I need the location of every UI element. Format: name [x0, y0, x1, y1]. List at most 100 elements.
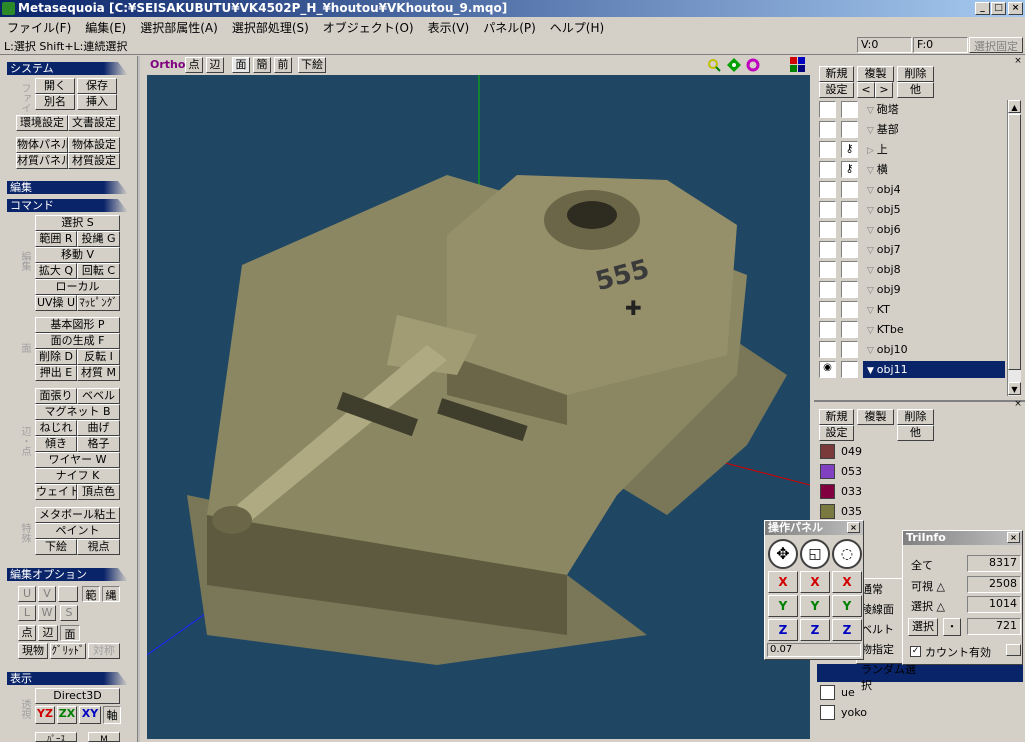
object-row[interactable]: ▽ obj6 [817, 220, 1007, 240]
material-row[interactable]: yoko [820, 703, 1010, 723]
view-zx-button[interactable]: ZX [57, 706, 77, 724]
env-settings-button[interactable]: 環境設定 [16, 115, 68, 131]
maximize-button[interactable]: □ [991, 2, 1006, 15]
insert-button[interactable]: 挿入 [77, 94, 117, 110]
expand-icon[interactable]: ▽ [867, 226, 877, 236]
object-next-button[interactable]: > [875, 82, 893, 98]
primitive-tool-button[interactable]: 基本図形 P [35, 317, 120, 333]
expand-icon[interactable]: ▽ [867, 286, 877, 296]
view-draft-button[interactable]: 下絵 [298, 57, 326, 73]
option-range-button[interactable]: 範 [82, 586, 100, 602]
ortho-label[interactable]: Ortho [150, 58, 185, 71]
object-row[interactable]: ⚷ ▷ 上 [817, 140, 1007, 160]
direct3d-button[interactable]: Direct3D [35, 688, 120, 704]
object-delete-button[interactable]: 削除 [897, 66, 934, 82]
scale-x-button[interactable]: X [800, 571, 830, 593]
object-row[interactable]: ▽ 基部 [817, 120, 1007, 140]
object-new-button[interactable]: 新規 [819, 66, 854, 82]
twist-tool-button[interactable]: ねじれ [35, 420, 77, 436]
triinfo-dot-button[interactable]: ・ [943, 618, 961, 636]
panel-scrollbar[interactable] [137, 56, 140, 742]
axis-toggle-button[interactable]: 軸 [103, 706, 121, 724]
expand-icon[interactable]: ▽ [867, 246, 877, 256]
visibility-toggle[interactable] [819, 161, 836, 178]
object-row[interactable]: ▽ 砲塔 [817, 100, 1007, 120]
expand-icon[interactable]: ▽ [867, 206, 877, 216]
3d-viewport[interactable]: 555 ✚ [147, 75, 810, 739]
stretch-tool-button[interactable]: 面張り [35, 388, 77, 404]
move-z-button[interactable]: Z [768, 619, 798, 641]
menu-file[interactable]: ファイル(F) [0, 17, 78, 38]
visibility-toggle[interactable] [819, 281, 836, 298]
visibility-toggle[interactable]: ◉ [819, 361, 836, 378]
object-other-button[interactable]: 他 [897, 82, 934, 98]
view-edge-button[interactable]: 辺 [206, 57, 224, 73]
object-list-scrollbar[interactable]: ▲ ▼ [1007, 100, 1021, 396]
menu-edit[interactable]: 編集(E) [78, 17, 133, 38]
uv-tool-button[interactable]: UV操 U [35, 295, 77, 311]
selection-lock-button[interactable]: 選択固定 [969, 37, 1023, 53]
menu-panel[interactable]: パネル(P) [476, 17, 543, 38]
menu-selection-proc[interactable]: 選択部処理(S) [225, 17, 316, 38]
object-panel-close-icon[interactable]: × [1011, 56, 1025, 66]
local-tool-button[interactable]: ローカル [35, 279, 120, 295]
expand-icon[interactable]: ▽ [867, 126, 877, 136]
select-face-button[interactable]: 面 [60, 625, 80, 641]
object-row[interactable]: ◉ ▼ obj11 [817, 360, 1007, 380]
view-face-button[interactable]: 面 [232, 57, 250, 73]
visibility-toggle[interactable] [819, 261, 836, 278]
object-row[interactable]: ▽ obj7 [817, 240, 1007, 260]
knife-tool-button[interactable]: ナイフ K [35, 468, 120, 484]
lock-toggle[interactable] [841, 341, 858, 358]
viewpoint-tool-button[interactable]: 視点 [77, 539, 120, 555]
lock-toggle[interactable] [841, 101, 858, 118]
lock-toggle[interactable] [841, 121, 858, 138]
expand-icon[interactable]: ▽ [867, 326, 877, 336]
scale-y-button[interactable]: Y [800, 595, 830, 617]
triinfo-title[interactable]: TriInfo × [903, 531, 1022, 545]
expand-icon[interactable]: ▼ [867, 366, 877, 376]
move-mode-icon[interactable]: ✥ [768, 539, 798, 569]
visibility-toggle[interactable] [819, 301, 836, 318]
scale-mode-icon[interactable]: ◱ [800, 539, 830, 569]
grid-tool-button[interactable]: 格子 [77, 436, 120, 452]
rotate-tool-button[interactable]: 回転 C [77, 263, 120, 279]
wire-tool-button[interactable]: ワイヤー W [35, 452, 120, 468]
expand-icon[interactable]: ▽ [867, 266, 877, 276]
symmetry-button[interactable]: 対称 [88, 643, 120, 659]
lock-icon[interactable]: ⚷ [841, 161, 858, 178]
option-l-button[interactable]: L [18, 605, 36, 621]
operation-panel-title[interactable]: 操作パネル × [765, 521, 863, 535]
select-point-button[interactable]: 点 [18, 625, 36, 641]
object-row[interactable]: ⚷ ▽ 横 [817, 160, 1007, 180]
lock-icon[interactable]: ⚷ [841, 141, 858, 158]
view-xy-button[interactable]: XY [79, 706, 101, 724]
current-object-button[interactable]: 現物 [18, 643, 48, 659]
bevel-tool-button[interactable]: ベベル [77, 388, 120, 404]
paint-tool-button[interactable]: ペイント [35, 523, 120, 539]
bend-tool-button[interactable]: 曲げ [77, 420, 120, 436]
window-titlebar[interactable]: Metasequoia [C:¥SEISAKUBUTU¥VK4502P_H_¥h… [0, 0, 1025, 17]
material-new-button[interactable]: 新規 [819, 409, 854, 425]
visibility-toggle[interactable] [819, 181, 836, 198]
genface-tool-button[interactable]: 面の生成 F [35, 333, 120, 349]
lock-toggle[interactable] [841, 181, 858, 198]
lasso-tool-button[interactable]: 投縄 G [77, 231, 120, 247]
rotate-y-button[interactable]: Y [832, 595, 862, 617]
select-edge-button[interactable]: 辺 [38, 625, 58, 641]
menu-object[interactable]: オブジェクト(O) [316, 17, 421, 38]
object-settings-button[interactable]: 物体設定 [68, 137, 120, 153]
viewport-layout-icon[interactable] [790, 57, 805, 72]
weight-tool-button[interactable]: ウェイト [35, 484, 77, 500]
object-row[interactable]: ▽ obj4 [817, 180, 1007, 200]
lock-toggle[interactable] [841, 301, 858, 318]
rotate-x-button[interactable]: X [832, 571, 862, 593]
vertex-color-tool-button[interactable]: 頂点色 [77, 484, 120, 500]
material-settings-button[interactable]: 設定 [819, 425, 854, 441]
object-row[interactable]: ▽ KT [817, 300, 1007, 320]
operation-panel-close-button[interactable]: × [847, 522, 860, 533]
material-panel-close-icon[interactable]: × [1011, 399, 1025, 409]
rotate-mode-icon[interactable]: ◌ [832, 539, 862, 569]
expand-icon[interactable]: ▽ [867, 306, 877, 316]
expand-icon[interactable]: ▷ [867, 146, 877, 156]
